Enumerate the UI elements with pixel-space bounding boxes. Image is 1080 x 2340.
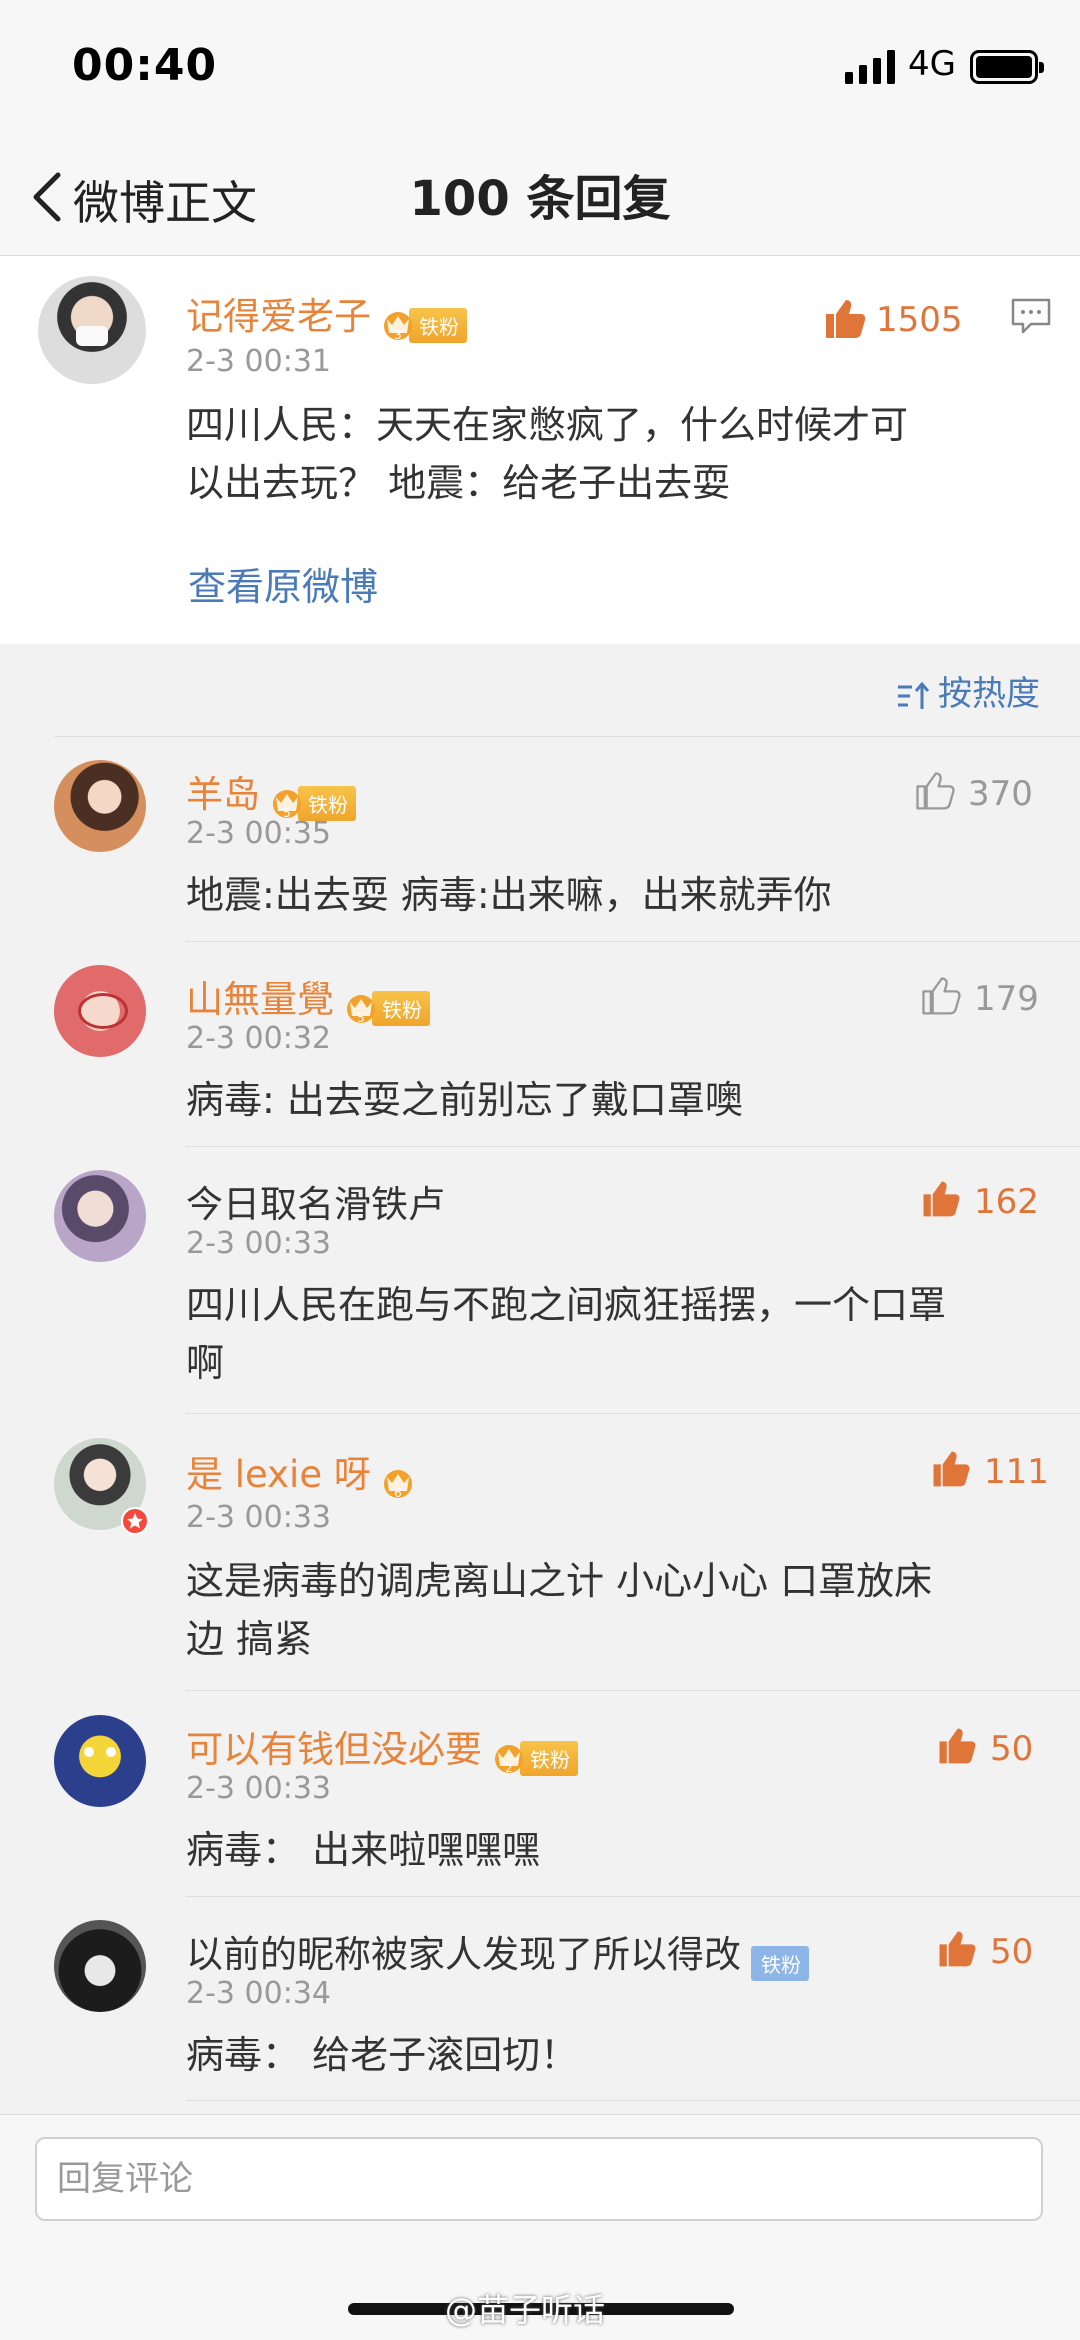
thumbs-up-icon [933, 1451, 970, 1487]
sort-icon [898, 681, 930, 709]
reply-text: 四川人民在跑与不跑之间疯狂摇摆，一个口罩 啊 [186, 1283, 947, 1385]
divider [54, 736, 1080, 737]
sort-by-hot-button[interactable]: 按热度 [896, 666, 1040, 715]
reply-time: 2-3 00:33 [186, 1771, 331, 1806]
username[interactable]: 今日取名滑铁卢 [186, 1174, 445, 1228]
thumbs-up-icon [923, 1181, 960, 1217]
divider [186, 1413, 1080, 1414]
like-button[interactable]: 162 [918, 1176, 1042, 1226]
avatar[interactable] [54, 1715, 146, 1807]
reply-item: 可以有钱但没必要 2 铁粉 2-3 00:33 50 病毒： 出来啦嘿嘿嘿 [0, 1695, 1080, 1895]
divider [186, 1146, 1080, 1147]
reply-text: 病毒： 给老子滚回切！ [186, 2033, 579, 2077]
svg-text:3: 3 [394, 328, 402, 341]
verified-icon [121, 1507, 149, 1535]
thumbs-up-icon [939, 1728, 976, 1764]
fan-badge: 铁粉 [751, 1940, 809, 1981]
reply-time: 2-3 00:32 [186, 1021, 331, 1056]
avatar[interactable] [54, 965, 146, 1057]
svg-text:2: 2 [505, 1761, 513, 1774]
battery-icon [970, 50, 1044, 84]
reply-item: 是 lexie 呀 6 2-3 00:33 111 这是病毒的调虎离山之计 小心… [0, 1418, 1080, 1688]
thumbs-up-icon [939, 1931, 976, 1967]
fan-badge: 3 铁粉 [381, 302, 467, 343]
comment-text: 四川人民：天天在家憋疯了，什么时候才可 以出去玩？ 地震：给老子出去耍 [186, 403, 909, 505]
nav-bar: 微博正文 100 条回复 [0, 135, 1080, 256]
fan-badge: 5 铁粉 [270, 780, 356, 821]
reply-text: 病毒: 出去耍之前别忘了戴口罩噢 [186, 1078, 743, 1122]
username[interactable]: 以前的昵称被家人发现了所以得改 铁粉 [186, 1924, 809, 1981]
watermark: @苗子听话 [445, 2291, 606, 2329]
thumbs-up-icon [826, 300, 866, 338]
username[interactable]: 山無量覺 5 铁粉 [186, 969, 430, 1026]
reply-item: 以前的昵称被家人发现了所以得改 铁粉 2-3 00:34 50 病毒： 给老子滚… [0, 1900, 1080, 2100]
like-button[interactable]: 1505 [820, 294, 970, 344]
username[interactable]: 可以有钱但没必要 2 铁粉 [186, 1719, 578, 1776]
username[interactable]: 记得爱老子 3 铁粉 [186, 286, 467, 343]
avatar[interactable] [54, 1920, 146, 2012]
reply-item: 山無量覺 5 铁粉 2-3 00:32 179 病毒: 出去耍之前别忘了戴口罩噢 [0, 945, 1080, 1145]
reply-time: 2-3 00:33 [186, 1226, 331, 1261]
reply-time: 2-3 00:35 [186, 816, 331, 851]
crown-icon: 5 [347, 995, 375, 1024]
view-original-link[interactable]: 查看原微博 [188, 556, 378, 611]
thumbs-up-icon [922, 977, 961, 1015]
username[interactable]: 是 lexie 呀 6 [186, 1444, 415, 1499]
like-button[interactable]: 370 [912, 768, 1042, 818]
fan-badge: 6 [381, 1460, 415, 1499]
divider [186, 2100, 1080, 2101]
fan-badge: 2 铁粉 [492, 1735, 578, 1776]
divider [186, 1690, 1080, 1691]
reply-text: 地震:出去耍 病毒:出来嘛，出来就弄你 [186, 873, 832, 917]
reply-comment-input[interactable]: 回复评论 [35, 2137, 1043, 2221]
sort-label: 按热度 [938, 674, 1040, 714]
divider [186, 1896, 1080, 1897]
like-button[interactable]: 50 [934, 1723, 1042, 1773]
avatar[interactable] [54, 760, 146, 852]
reply-time: 2-3 00:34 [186, 1976, 331, 2011]
like-button[interactable]: 50 [934, 1926, 1042, 1976]
comment-time: 2-3 00:31 [186, 344, 331, 379]
crown-icon: 5 [273, 790, 301, 819]
avatar[interactable] [38, 276, 146, 384]
reply-item: 羊岛 5 铁粉 2-3 00:35 370 地震:出去耍 病毒:出来嘛，出来就弄你 [0, 740, 1080, 940]
like-button[interactable]: 179 [918, 973, 1042, 1023]
comment-icon[interactable] [1010, 297, 1052, 335]
status-bar: 00:40 4G [0, 0, 1080, 135]
status-time: 00:40 [72, 40, 218, 91]
page-title: 100 条回复 [409, 171, 671, 227]
signal-icon [845, 50, 895, 84]
reply-text: 这是病毒的调虎离山之计 小心小心 口罩放床 边 搞紧 [186, 1559, 933, 1661]
thumbs-up-icon [916, 772, 955, 810]
crown-icon: 2 [495, 1745, 523, 1774]
reply-footer: 回复评论 @苗子听话 [0, 2114, 1080, 2340]
reply-text: 病毒： 出来啦嘿嘿嘿 [186, 1828, 541, 1872]
main-comment: 记得爱老子 3 铁粉 2-3 00:31 1505 四川人民：天天在家憋疯了，什… [0, 256, 1080, 644]
avatar[interactable] [54, 1170, 146, 1262]
crown-icon: 3 [384, 312, 412, 341]
svg-text:5: 5 [357, 1011, 365, 1024]
like-button[interactable]: 111 [928, 1446, 1049, 1496]
fan-badge: 5 铁粉 [344, 985, 430, 1026]
divider [186, 941, 1080, 942]
network-label: 4G [908, 44, 956, 84]
svg-text:6: 6 [394, 1486, 402, 1499]
reply-item: 今日取名滑铁卢 2-3 00:33 162 四川人民在跑与不跑之间疯狂摇摆，一个… [0, 1150, 1080, 1412]
username[interactable]: 羊岛 5 铁粉 [186, 764, 356, 821]
crown-icon: 6 [383, 1470, 412, 1499]
reply-time: 2-3 00:33 [186, 1500, 331, 1535]
